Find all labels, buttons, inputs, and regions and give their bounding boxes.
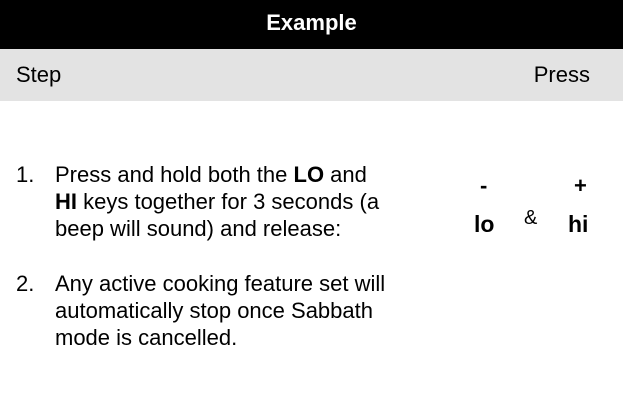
step-number: 1. (16, 162, 35, 187)
key-combination: - lo & + hi (460, 174, 610, 264)
header-title: Example (266, 10, 357, 35)
step-2: 2. Any active cooking feature set will a… (16, 270, 400, 351)
minus-icon: - (480, 173, 488, 198)
hi-key-name: HI (55, 189, 77, 214)
column-header-row: Step Press (0, 49, 623, 101)
lo-key-label: lo (474, 211, 495, 237)
step-text: Press and hold both the LO and HI keys t… (55, 161, 385, 242)
step-1: 1. Press and hold both the LO and HI key… (16, 161, 385, 242)
plus-icon: + (574, 173, 587, 198)
header-bar: Example (0, 0, 623, 49)
press-column-header: Press (533, 62, 590, 87)
hi-key-label: hi (568, 211, 589, 237)
step-text-part: Press and hold both the (55, 162, 294, 187)
step-text-part: and (324, 162, 367, 187)
ampersand: & (524, 207, 538, 229)
step-number: 2. (16, 271, 35, 296)
step-text-part: keys together for 3 seconds (a beep will… (55, 189, 380, 241)
step-text: Any active cooking feature set will auto… (55, 271, 386, 350)
step-column-header: Step (16, 62, 62, 87)
lo-key-name: LO (293, 162, 325, 187)
